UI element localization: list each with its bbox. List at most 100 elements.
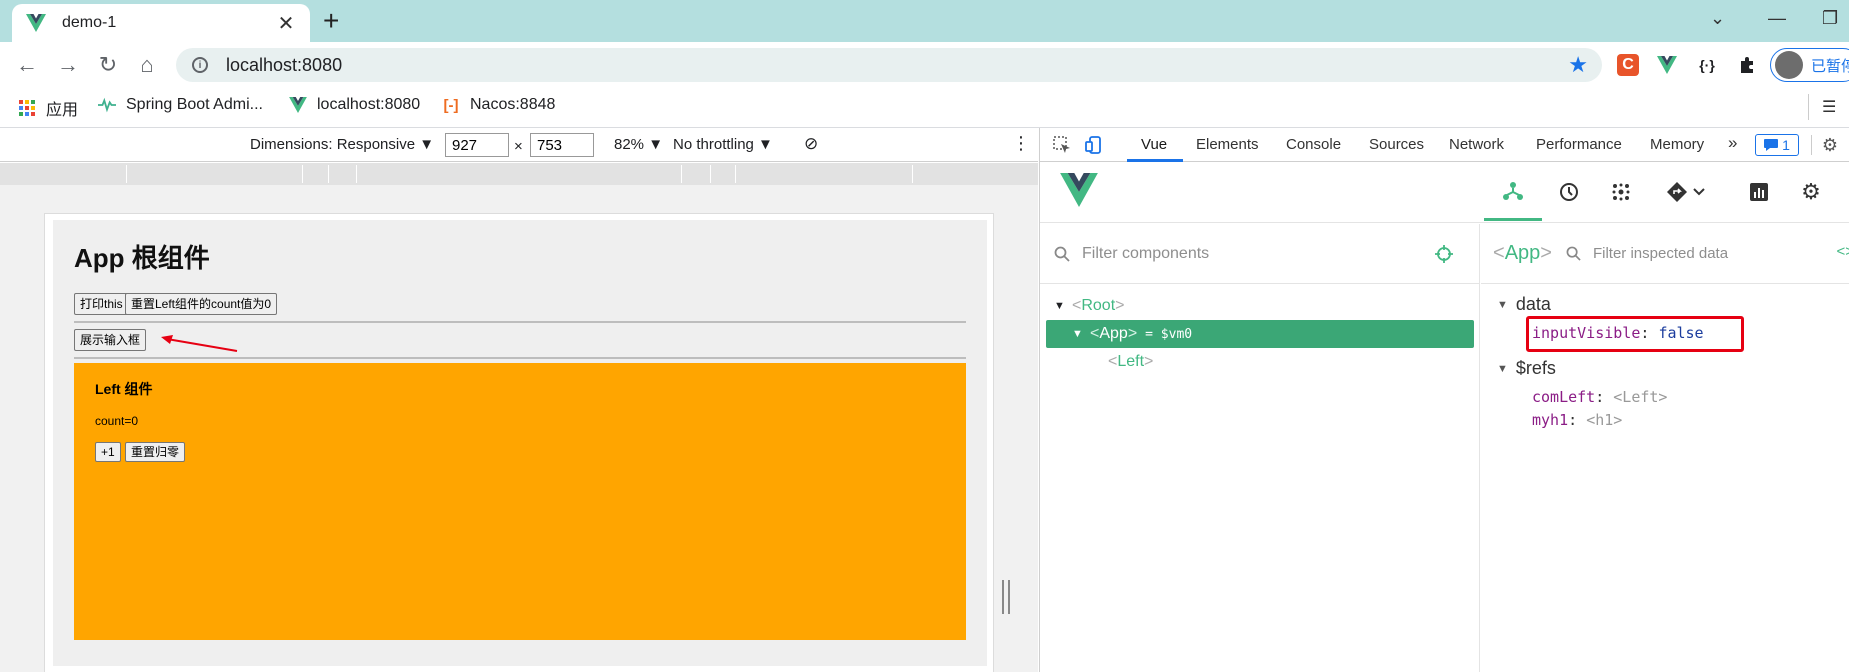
plugins-tab-icon[interactable] [1592,163,1650,221]
divider [74,321,966,323]
refs-section-header[interactable]: ▼ $refs [1497,358,1556,379]
open-in-editor-icon[interactable]: <> [1836,243,1849,260]
show-input-button[interactable]: 展示输入框 [74,329,147,351]
ruler-segment [302,165,303,183]
filter-inspected-input[interactable]: Filter inspected data [1593,245,1728,262]
reading-list-icon[interactable]: ☰ [1822,97,1836,117]
red-highlight-box [1526,316,1744,352]
bookmark-label: 应用 [46,102,79,119]
tab-console[interactable]: Console [1286,136,1341,153]
message-icon [1764,139,1779,151]
browser-tab-active[interactable]: demo-1 ✕ [12,4,310,42]
json-formatter-icon[interactable]: {·} [1696,54,1718,76]
inspect-element-icon[interactable] [1052,135,1072,155]
filter-components-bar[interactable]: Filter components [1040,224,1480,284]
address-bar[interactable]: i localhost:8080 ★ [176,48,1602,82]
divider [74,357,966,359]
back-icon[interactable]: ← [14,52,40,78]
section-label: $refs [1515,358,1556,378]
tab-elements[interactable]: Elements [1196,136,1259,153]
inspector-header: <App> Filter inspected data <> [1481,224,1849,284]
avatar [1775,51,1803,79]
more-tabs-icon[interactable]: » [1728,133,1737,153]
bookmarks-divider [1808,94,1809,120]
vue-settings-icon[interactable]: ⚙ [1782,163,1840,221]
section-label: data [1515,294,1551,314]
extension-c-icon[interactable]: C [1617,54,1639,76]
viewport-height-input[interactable] [530,133,594,157]
prop-key: myh1 [1532,411,1569,429]
bookmark-apps[interactable]: 应用 [18,96,78,120]
devtools-tabbar: Vue Elements Console Sources Network Per… [1040,128,1849,162]
viewport-resize-handle[interactable] [1002,580,1010,614]
tree-node-left[interactable]: < Left > [1046,348,1474,376]
data-section-header[interactable]: ▼ data [1497,294,1551,315]
collapse-triangle-icon[interactable]: ▼ [1497,299,1508,311]
vue-logo-icon [1060,173,1098,207]
tree-node-root[interactable]: ▼ < Root > [1046,292,1474,320]
settings-gear-icon[interactable]: ⚙ [1820,135,1840,155]
profile-status: 已暂停 [1811,57,1849,75]
rotate-icon[interactable]: ⊘ [804,134,818,154]
new-tab-button[interactable]: + [323,7,339,35]
dimensions-dropdown[interactable]: Dimensions: Responsive ▼ [250,136,434,153]
tab-performance[interactable]: Performance [1536,136,1622,153]
tree-node-label: Left [1117,353,1145,370]
collapse-triangle-icon[interactable]: ▼ [1072,328,1090,340]
viewport-width-input[interactable] [445,133,509,157]
collapse-triangle-icon[interactable]: ▼ [1054,300,1072,312]
reset-zero-button[interactable]: 重置归零 [125,442,186,462]
address-url[interactable]: localhost:8080 [226,55,342,76]
zoom-dropdown[interactable]: 82% ▼ [614,136,663,153]
tag-bracket: > [1115,297,1125,314]
reset-left-count-button[interactable]: 重置Left组件的count值为0 [125,293,278,315]
print-this-button[interactable]: 打印this [74,293,129,315]
ruler-segment [735,165,736,183]
vue-logo-icon [26,13,46,33]
issues-badge[interactable]: 1 [1755,134,1799,156]
spring-boot-admin-icon [98,96,116,114]
bookmark-spring-boot-admin[interactable]: Spring Boot Admi... [98,96,263,114]
tree-node-label: Root [1081,297,1116,314]
site-info-icon[interactable]: i [192,57,208,73]
components-tab-icon[interactable] [1484,163,1542,221]
profile-button[interactable]: 已暂停 [1770,48,1849,82]
tab-vue[interactable]: Vue [1141,136,1167,153]
tag-bracket: < [1072,297,1082,314]
apps-grid-icon [18,99,36,117]
bookmark-star-icon[interactable]: ★ [1568,52,1588,78]
refs-prop-row[interactable]: comLeft: <Left> [1532,388,1667,406]
tab-network[interactable]: Network [1449,136,1504,153]
bookmark-localhost[interactable]: localhost:8080 [289,96,420,114]
collapse-triangle-icon[interactable]: ▼ [1497,363,1508,375]
tab-memory[interactable]: Memory [1650,136,1704,153]
select-component-target-icon[interactable] [1434,244,1454,264]
restore-icon[interactable]: ❐ [1822,8,1838,29]
extensions-puzzle-icon[interactable] [1736,54,1758,76]
throttling-dropdown[interactable]: No throttling ▼ [673,136,773,153]
ruler-segment [681,165,682,183]
device-toggle-icon[interactable] [1084,135,1104,155]
filter-components-input[interactable]: Filter components [1082,245,1209,263]
count-text: count=0 [95,414,139,428]
tree-node-app-selected[interactable]: ▼ < App > = $vm0 [1046,320,1474,348]
component-inspector-panel: <App> Filter inspected data <> ▼ data in… [1481,224,1849,672]
prop-value: <h1> [1586,411,1623,429]
bookmark-nacos[interactable]: [-] Nacos:8848 [442,96,556,114]
timeline-tab-icon[interactable] [1540,163,1598,221]
vue-devtools-extension-icon[interactable] [1656,54,1678,76]
forward-icon[interactable]: → [55,52,81,78]
performance-chart-icon[interactable] [1730,163,1788,221]
tab-sources[interactable]: Sources [1369,136,1424,153]
tab-close-icon[interactable]: ✕ [276,11,296,36]
plus-one-button[interactable]: +1 [95,442,121,462]
reload-icon[interactable]: ↻ [95,52,121,78]
refs-prop-row[interactable]: myh1: <h1> [1532,411,1622,429]
more-options-icon[interactable]: ⋮ [1012,133,1030,154]
bookmarks-bar: 应用 Spring Boot Admi... localhost:8080 [-… [0,86,1849,128]
inspected-component-name: App [1504,242,1541,264]
routing-dropdown-icon[interactable] [1654,163,1718,221]
minimize-icon[interactable]: — [1768,8,1786,29]
home-icon[interactable]: ⌂ [134,52,160,78]
tab-search-icon[interactable]: ⌄ [1710,8,1725,29]
